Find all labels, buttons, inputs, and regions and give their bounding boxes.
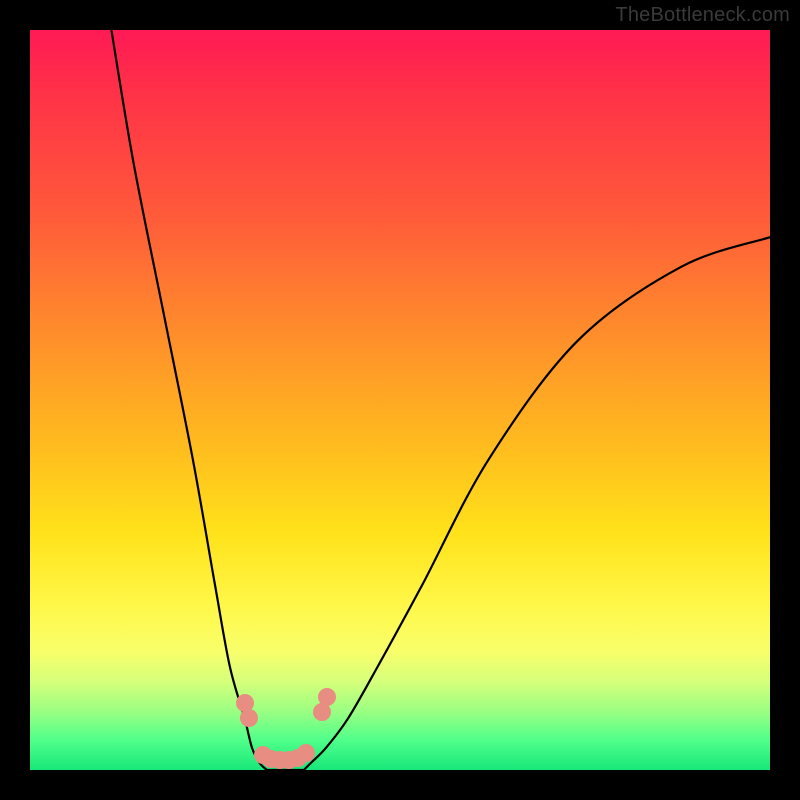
- markers-layer: [30, 30, 770, 770]
- plot-area: [30, 30, 770, 770]
- data-marker: [318, 688, 336, 706]
- data-marker: [240, 709, 258, 727]
- chart-frame: TheBottleneck.com: [0, 0, 800, 800]
- data-marker: [297, 744, 315, 762]
- watermark-text: TheBottleneck.com: [615, 4, 790, 27]
